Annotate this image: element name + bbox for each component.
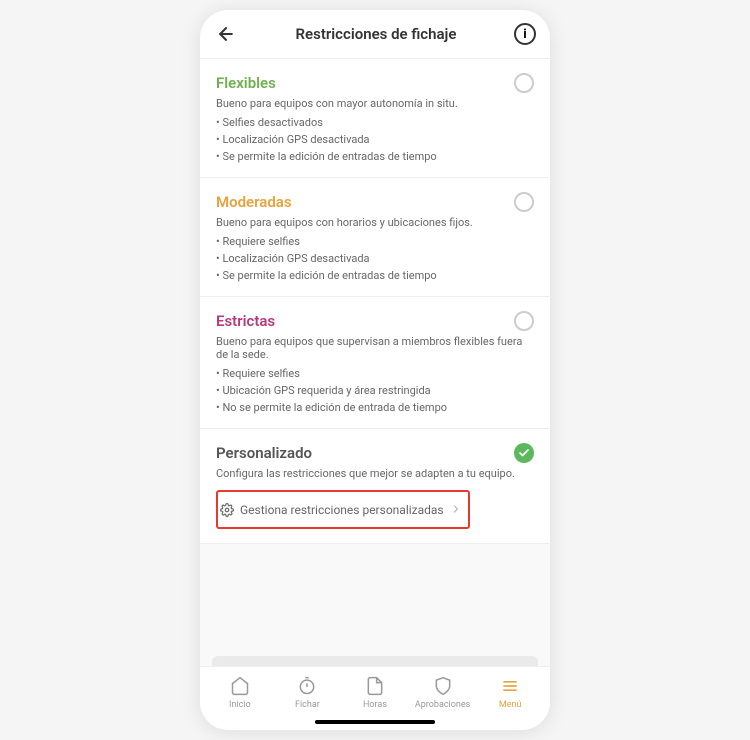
nav-approvals[interactable]: Aprobaciones	[409, 675, 477, 710]
strict-title: Estrictas	[216, 312, 275, 330]
nav-home[interactable]: Inicio	[206, 675, 274, 710]
option-custom[interactable]: Personalizado Configura las restriccione…	[200, 429, 550, 544]
option-flexible[interactable]: Flexibles Bueno para equipos con mayor a…	[200, 59, 550, 178]
strict-bullets: Requiere selfies Ubicación GPS requerida…	[216, 367, 534, 414]
arrow-left-icon	[216, 24, 236, 44]
info-button[interactable]: i	[514, 23, 536, 45]
home-icon	[229, 675, 251, 697]
manage-link-label: Gestiona restricciones personalizadas	[240, 503, 444, 517]
list-item: Requiere selfies	[216, 367, 534, 380]
moderate-bullets: Requiere selfies Localización GPS desact…	[216, 235, 534, 282]
save-button[interactable]: Guardar	[212, 656, 538, 666]
moderate-radio[interactable]	[514, 192, 534, 212]
option-strict[interactable]: Estrictas Bueno para equipos que supervi…	[200, 297, 550, 429]
list-item: Localización GPS desactivada	[216, 133, 534, 146]
manage-custom-restrictions-button[interactable]: Gestiona restricciones personalizadas	[216, 490, 470, 529]
nav-hours[interactable]: Horas	[341, 675, 409, 710]
custom-radio[interactable]	[514, 443, 534, 463]
list-item: Ubicación GPS requerida y área restringi…	[216, 384, 534, 397]
home-indicator[interactable]	[315, 720, 435, 724]
content-scroll[interactable]: Flexibles Bueno para equipos con mayor a…	[200, 59, 550, 666]
gear-icon	[220, 503, 234, 517]
nav-home-label: Inicio	[229, 700, 251, 710]
nav-menu[interactable]: Menú	[476, 675, 544, 710]
chevron-right-icon	[450, 500, 462, 519]
list-item: Se permite la edición de entradas de tie…	[216, 150, 534, 163]
back-button[interactable]	[214, 22, 238, 46]
moderate-title: Moderadas	[216, 193, 292, 211]
nav-clock[interactable]: Fichar	[274, 675, 342, 710]
option-moderate[interactable]: Moderadas Bueno para equipos con horario…	[200, 178, 550, 297]
header: Restricciones de fichaje i	[200, 10, 550, 59]
info-icon: i	[523, 27, 526, 42]
shield-icon	[432, 675, 454, 697]
custom-description: Configura las restricciones que mejor se…	[216, 467, 534, 480]
strict-description: Bueno para equipos que supervisan a miem…	[216, 335, 534, 361]
menu-icon	[499, 675, 521, 697]
nav-clock-label: Fichar	[295, 700, 320, 710]
flexible-bullets: Selfies desactivados Localización GPS de…	[216, 116, 534, 163]
custom-title: Personalizado	[216, 444, 312, 462]
nav-approvals-label: Aprobaciones	[415, 700, 470, 710]
list-item: Selfies desactivados	[216, 116, 534, 129]
flexible-description: Bueno para equipos con mayor autonomía i…	[216, 97, 534, 110]
list-item: Requiere selfies	[216, 235, 534, 248]
document-icon	[364, 675, 386, 697]
bottom-nav: Inicio Fichar Horas Aprobaciones Menú	[200, 666, 550, 716]
nav-hours-label: Horas	[363, 700, 387, 710]
list-item: Se permite la edición de entradas de tie…	[216, 269, 534, 282]
page-title: Restricciones de fichaje	[296, 25, 457, 43]
check-icon	[518, 447, 530, 459]
flexible-title: Flexibles	[216, 74, 276, 92]
nav-menu-label: Menú	[499, 700, 522, 710]
list-item: Localización GPS desactivada	[216, 252, 534, 265]
flexible-radio[interactable]	[514, 73, 534, 93]
strict-radio[interactable]	[514, 311, 534, 331]
list-item: No se permite la edición de entrada de t…	[216, 401, 534, 414]
phone-frame: Restricciones de fichaje i Flexibles Bue…	[200, 10, 550, 730]
moderate-description: Bueno para equipos con horarios y ubicac…	[216, 216, 534, 229]
stopwatch-icon	[296, 675, 318, 697]
